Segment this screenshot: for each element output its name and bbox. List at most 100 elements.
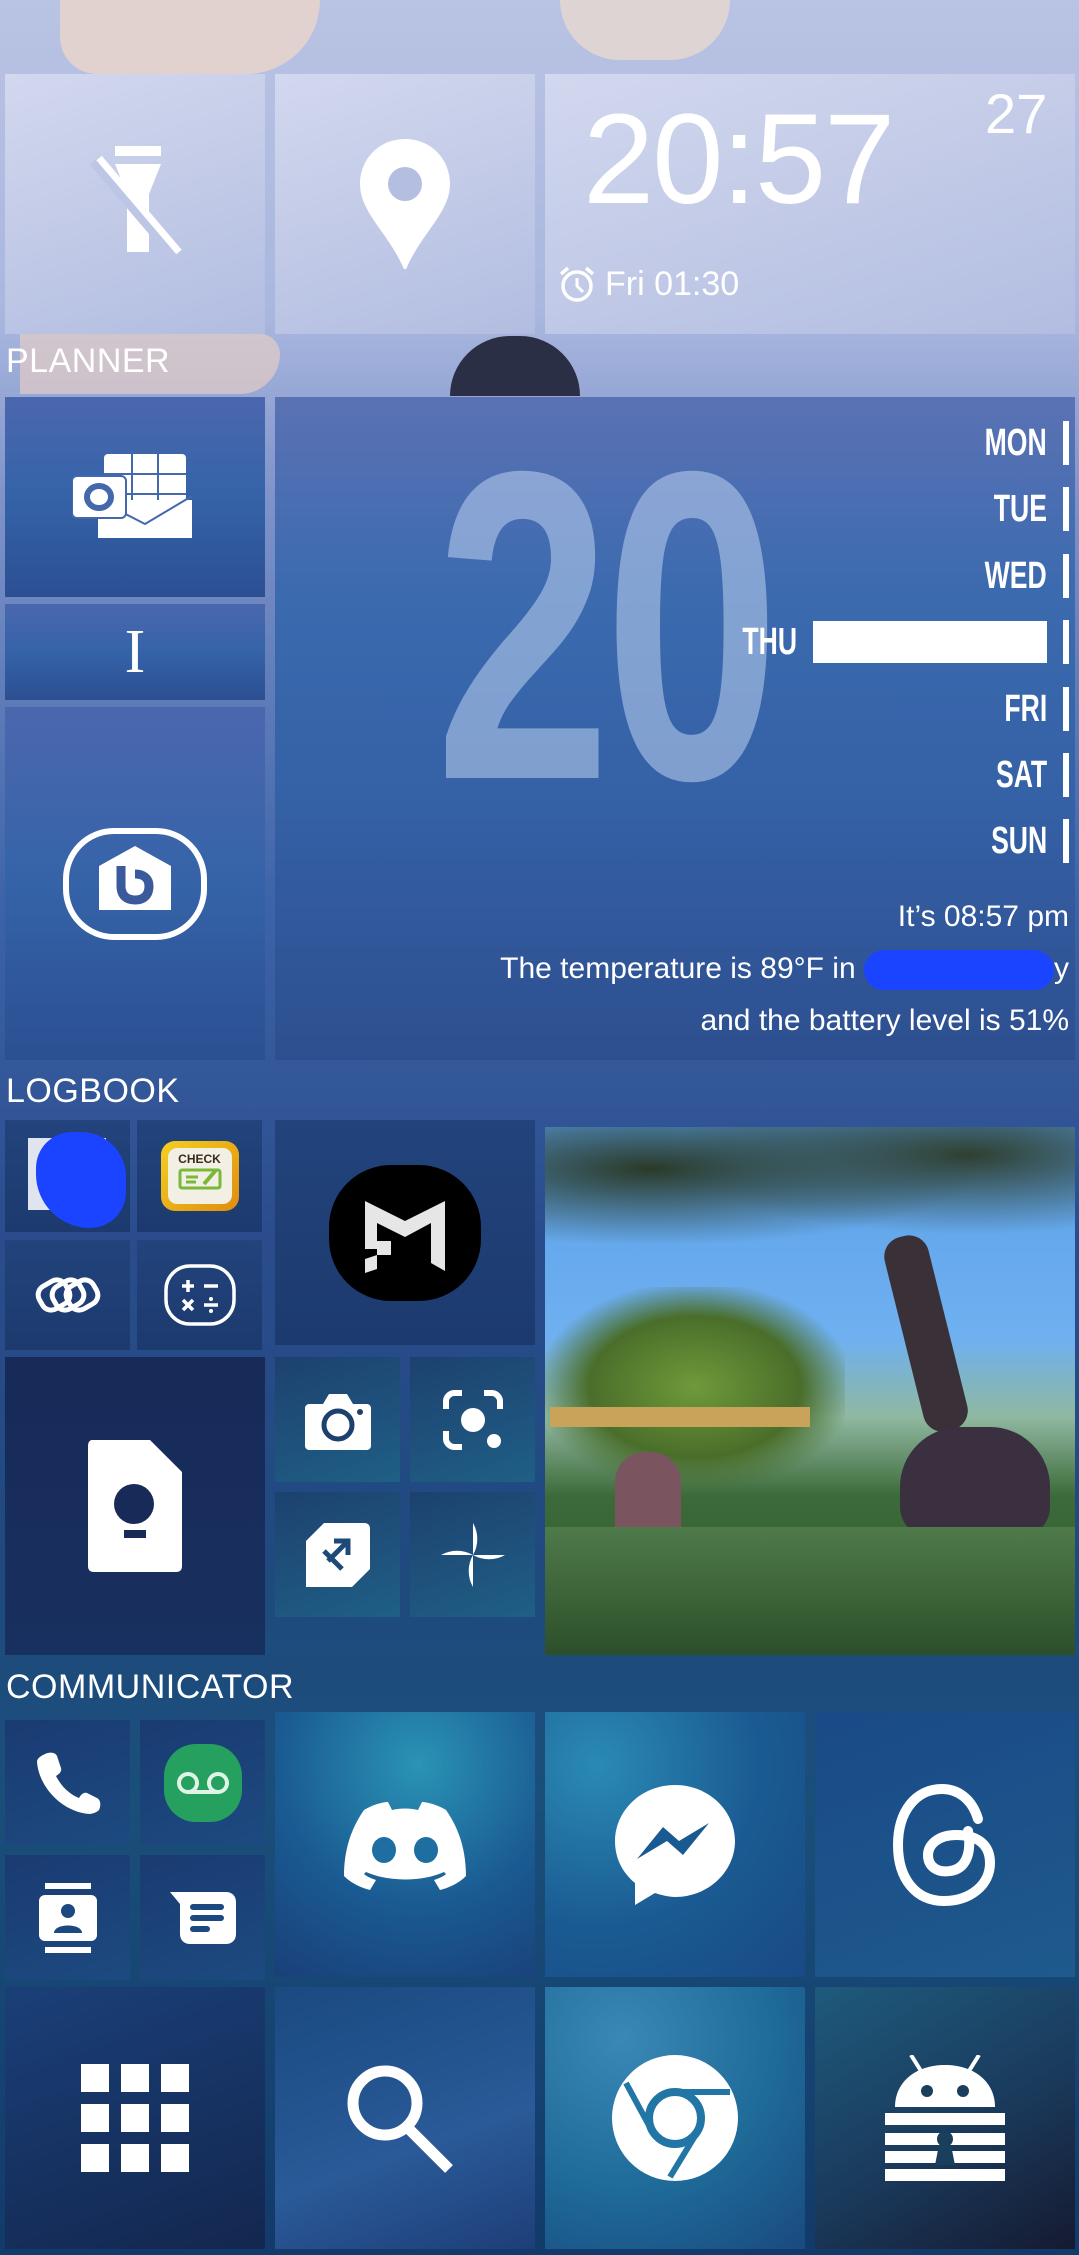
temperature-line: The temperature is 89°F in y [500, 943, 1069, 995]
app-tile-phone[interactable] [5, 1720, 130, 1845]
weekday-label: TUE [993, 487, 1047, 530]
clock-time: 20:57 [583, 88, 895, 231]
messages-icon [169, 1891, 236, 1944]
flashlight-off-icon [89, 146, 183, 261]
weekday-label: FRI [1004, 687, 1047, 730]
app-tile-quick-share[interactable] [275, 1492, 400, 1617]
app-tile-messenger[interactable] [545, 1712, 805, 1977]
app-tile-bixby-home[interactable] [5, 707, 265, 1060]
photo-trees [545, 1127, 1075, 1267]
app-tile-check[interactable]: CHECK [137, 1120, 262, 1232]
app-tile-voicemail[interactable] [140, 1720, 265, 1845]
weekday-label: THU [742, 620, 797, 663]
next-alarm-text: Fri 01:30 [605, 264, 740, 303]
calculator-icon [163, 1264, 236, 1326]
discord-icon [344, 1801, 466, 1890]
app-tile-outlook[interactable] [5, 397, 265, 597]
keep-notes-icon [88, 1440, 182, 1572]
outlook-icon [72, 454, 193, 538]
app-tile-threads[interactable] [815, 1712, 1075, 1977]
phone-icon [36, 1752, 100, 1814]
current-day-bar [813, 621, 1047, 663]
weekday-thu-current: THU [719, 618, 1069, 666]
wallpaper-cloud [560, 0, 730, 60]
app-tile-messages[interactable] [140, 1855, 265, 1980]
weekday-tick [1063, 554, 1069, 598]
photo-pergola [550, 1407, 810, 1427]
temperature-prefix: The temperature is 89°F in [500, 952, 856, 985]
redacted-location [864, 950, 1054, 991]
serif-i-icon: I [124, 617, 146, 686]
calendar-info-text: It’s 08:57 pm The temperature is 89°F in… [500, 891, 1069, 1047]
section-label-communicator: COMMUNICATOR [6, 1668, 295, 1706]
app-grid-icon [81, 2064, 189, 2172]
app-tile-contacts[interactable] [5, 1855, 130, 1980]
app-drawer-button[interactable] [5, 1987, 265, 2249]
android-lock-icon [885, 2055, 1005, 2181]
app-tile-pinwheel[interactable] [410, 1492, 535, 1617]
app-tile-chrome[interactable] [545, 1987, 805, 2249]
weekday-sun: SUN [967, 817, 1069, 865]
app-tile-camera[interactable] [275, 1357, 400, 1482]
weekday-tue: TUE [971, 485, 1069, 533]
photo-bush [545, 1287, 845, 1487]
weekday-label: SUN [990, 819, 1047, 862]
weekday-tick [1063, 421, 1069, 465]
app-tile-discord[interactable] [275, 1712, 535, 1977]
threads-icon [892, 1783, 996, 1906]
clock-widget[interactable]: 20:57 27 Fri 01:30 [545, 74, 1075, 334]
alarm-clock-icon [559, 266, 595, 302]
contacts-icon [38, 1882, 97, 1953]
m-logo-icon [329, 1164, 481, 1301]
app-tile-linked[interactable] [5, 1240, 130, 1350]
app-tile-keepass[interactable] [815, 1987, 1075, 2249]
search-button[interactable] [275, 1987, 535, 2249]
weekday-label: WED [984, 554, 1047, 597]
check-app-label: CHECK [178, 1152, 221, 1166]
search-icon [347, 2065, 453, 2173]
app-tile-redacted[interactable] [5, 1120, 130, 1232]
messenger-icon [615, 1784, 735, 1905]
wallpaper-cloud [60, 0, 320, 74]
check-app-icon: CHECK [160, 1141, 239, 1211]
weekday-tick [1063, 487, 1069, 531]
section-label-planner: PLANNER [6, 342, 171, 380]
chrome-icon [612, 2055, 738, 2181]
camera-icon [304, 1393, 371, 1450]
weekday-mon: MON [958, 419, 1069, 467]
temperature-suffix: y [1054, 952, 1069, 985]
voicemail-icon [163, 1743, 242, 1822]
app-tile-calculator[interactable] [137, 1240, 262, 1350]
weekday-tick [1063, 620, 1069, 664]
weekday-sat: SAT [974, 751, 1069, 799]
battery-line: and the battery level is 51% [700, 1004, 1069, 1037]
location-toggle[interactable] [275, 74, 535, 334]
weekday-tick [1063, 753, 1069, 797]
chain-links-icon [35, 1277, 100, 1313]
app-tile-keep-notes[interactable] [5, 1357, 265, 1655]
bixby-home-icon [63, 827, 207, 940]
app-tile-lens[interactable] [410, 1357, 535, 1482]
redacted-app-icon [27, 1132, 126, 1228]
weekday-label: MON [984, 421, 1047, 464]
flashlight-toggle[interactable] [5, 74, 265, 334]
app-tile-instapaper[interactable]: I [5, 604, 265, 700]
lens-icon [442, 1389, 503, 1450]
pinwheel-icon [440, 1522, 505, 1587]
wallpaper-headphones [450, 336, 580, 396]
app-tile-m[interactable] [275, 1120, 535, 1345]
section-label-logbook: LOGBOOK [6, 1072, 180, 1110]
weekday-tick [1063, 687, 1069, 731]
weekday-tick [1063, 819, 1069, 863]
photo-palms [545, 1527, 1075, 1655]
photo-giraffe-body [900, 1427, 1050, 1537]
photo-widget[interactable] [545, 1127, 1075, 1655]
next-alarm[interactable]: Fri 01:30 [557, 264, 739, 304]
time-line: It’s 08:57 pm [897, 900, 1069, 933]
quick-share-icon [305, 1522, 370, 1587]
clock-seconds: 27 [985, 82, 1048, 145]
weekday-label: SAT [995, 753, 1047, 796]
calendar-widget[interactable]: 20 MON TUE WED THU FRI SAT SUN It’s 08:5… [275, 397, 1075, 1060]
location-pin-icon [360, 139, 450, 270]
weekday-wed: WED [958, 552, 1069, 600]
